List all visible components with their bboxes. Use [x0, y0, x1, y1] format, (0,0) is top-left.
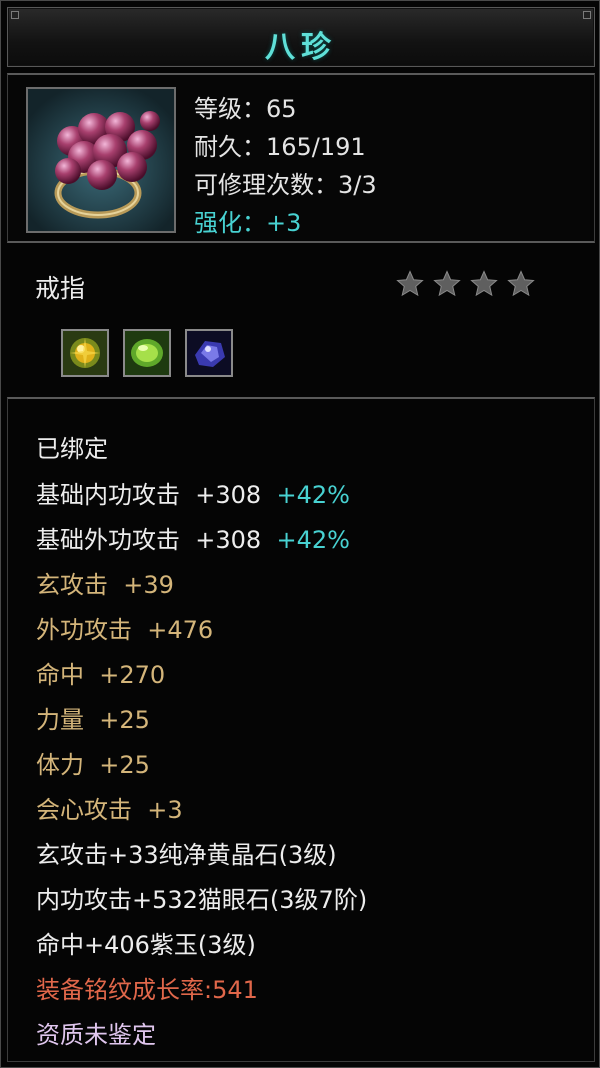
- corner-ornament: [11, 11, 19, 19]
- repair-count-stat: 可修理次数：3/3: [194, 171, 377, 199]
- attr-value: +3: [147, 796, 183, 824]
- durability-stat: 耐久：165/191: [194, 133, 366, 161]
- prop-label: 基础外功攻击: [36, 526, 180, 554]
- enhance-stat: 强化：+3: [194, 209, 302, 237]
- gem-slots: [61, 329, 233, 377]
- yellow-crystal-gem-icon[interactable]: [61, 329, 109, 377]
- prop-value: +308: [195, 481, 262, 509]
- base-inner-attack: 基础内功攻击 +308 +42%: [36, 475, 350, 510]
- attr-line: 玄攻击 +39: [36, 565, 174, 600]
- inscription-growth-rate: 装备铭纹成长率:541: [36, 976, 258, 1004]
- star-icon: [470, 270, 498, 297]
- gem-bonus-line: 命中+406紫玉(3级): [36, 931, 256, 959]
- grape-ring-icon: [26, 87, 176, 233]
- gem-bonus-line: 玄攻击+33纯净黄晶石(3级): [36, 841, 337, 869]
- item-tooltip: 八珍 等级：65 耐久：165/191 可修理次数：3/3 强化：+3 戒指 已…: [0, 0, 600, 1068]
- bound-status: 已绑定: [36, 435, 108, 463]
- star-rating: [395, 269, 536, 299]
- prop-label: 基础内功攻击: [36, 481, 180, 509]
- attr-label: 体力: [36, 751, 84, 779]
- attr-label: 外功攻击: [36, 616, 132, 644]
- attr-line: 体力 +25: [36, 745, 150, 780]
- item-type: 戒指: [35, 274, 86, 303]
- attr-value: +39: [123, 571, 174, 599]
- prop-value: +308: [195, 526, 262, 554]
- star-icon: [507, 270, 535, 297]
- attr-label: 命中: [36, 661, 84, 689]
- prop-percent: +42%: [276, 526, 350, 554]
- corner-ornament: [583, 11, 591, 19]
- level-stat: 等级：65: [194, 95, 297, 123]
- star-icon: [396, 270, 424, 297]
- star-icon: [433, 270, 461, 297]
- aptitude-status: 资质未鉴定: [36, 1021, 156, 1049]
- prop-percent: +42%: [276, 481, 350, 509]
- attr-line: 会心攻击 +3: [36, 790, 183, 825]
- attr-line: 力量 +25: [36, 700, 150, 735]
- attr-value: +25: [99, 751, 150, 779]
- attr-value: +476: [147, 616, 214, 644]
- attr-line: 外功攻击 +476: [36, 610, 213, 645]
- item-header: 等级：65 耐久：165/191 可修理次数：3/3 强化：+3: [7, 73, 595, 243]
- attr-line: 命中 +270: [36, 655, 165, 690]
- attr-value: +25: [99, 706, 150, 734]
- attr-label: 力量: [36, 706, 84, 734]
- attr-value: +270: [99, 661, 166, 689]
- properties-panel: 已绑定 基础内功攻击 +308 +42% 基础外功攻击 +308 +42% 玄攻…: [7, 397, 595, 1062]
- attr-label: 会心攻击: [36, 796, 132, 824]
- title-bar: 八珍: [7, 7, 595, 67]
- purple-jade-gem-icon[interactable]: [185, 329, 233, 377]
- gem-bonus-line: 内功攻击+532猫眼石(3级7阶): [36, 886, 368, 914]
- item-name: 八珍: [265, 30, 337, 65]
- attr-label: 玄攻击: [36, 571, 108, 599]
- green-cats-eye-gem-icon[interactable]: [123, 329, 171, 377]
- base-outer-attack: 基础外功攻击 +308 +42%: [36, 520, 350, 555]
